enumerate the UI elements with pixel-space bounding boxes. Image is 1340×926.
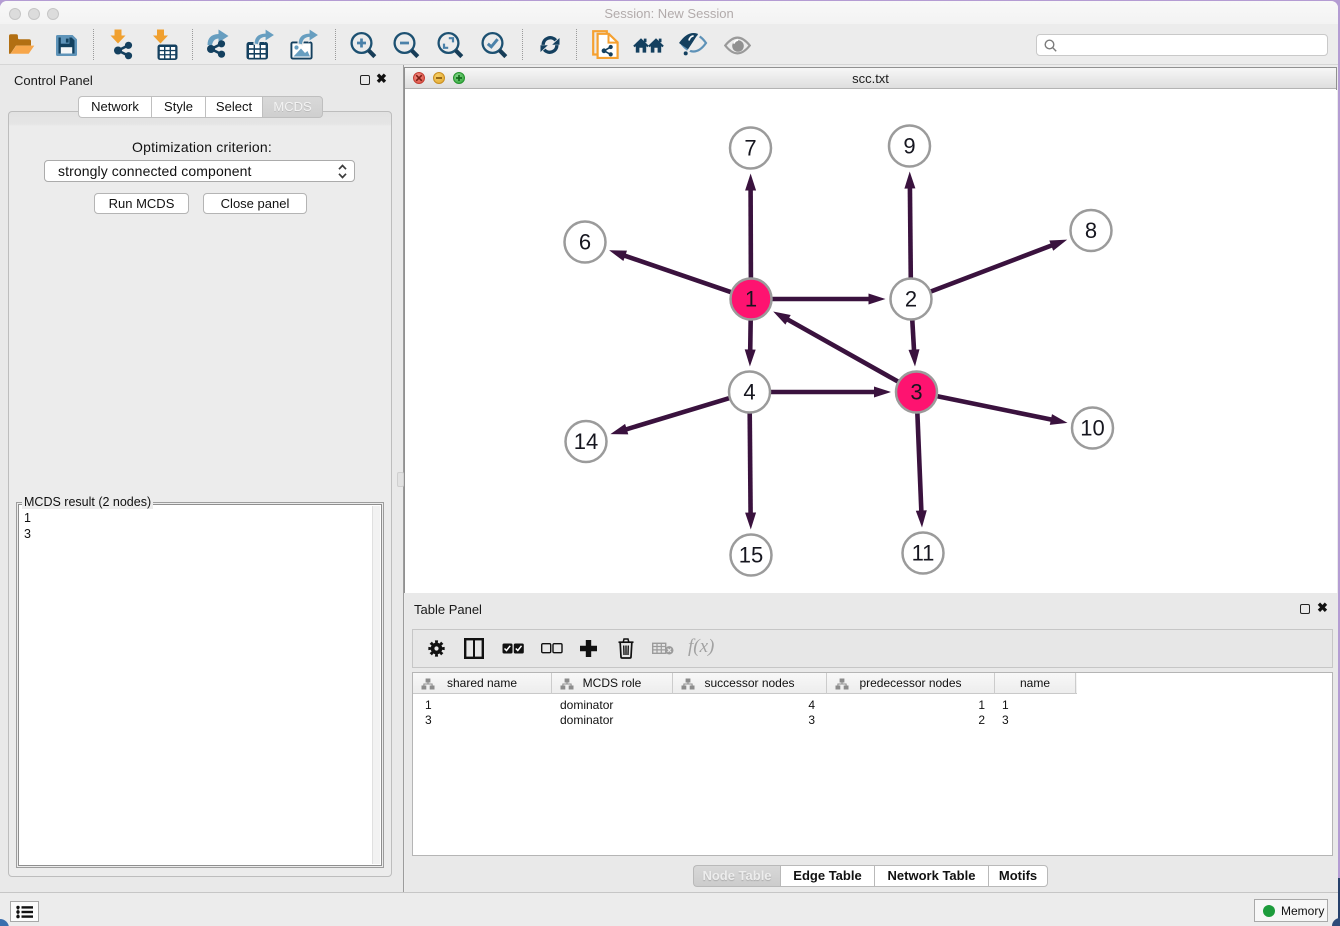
svg-text:6: 6 bbox=[579, 230, 591, 255]
svg-text:10: 10 bbox=[1080, 416, 1104, 441]
svg-text:1: 1 bbox=[745, 287, 757, 312]
svg-text:7: 7 bbox=[744, 136, 756, 161]
svg-text:2: 2 bbox=[905, 287, 917, 312]
svg-text:14: 14 bbox=[574, 429, 598, 454]
svg-text:3: 3 bbox=[910, 380, 922, 405]
svg-text:8: 8 bbox=[1085, 218, 1097, 243]
svg-text:11: 11 bbox=[912, 541, 935, 566]
svg-text:4: 4 bbox=[743, 380, 755, 405]
svg-text:9: 9 bbox=[903, 134, 915, 159]
svg-text:15: 15 bbox=[739, 543, 763, 568]
